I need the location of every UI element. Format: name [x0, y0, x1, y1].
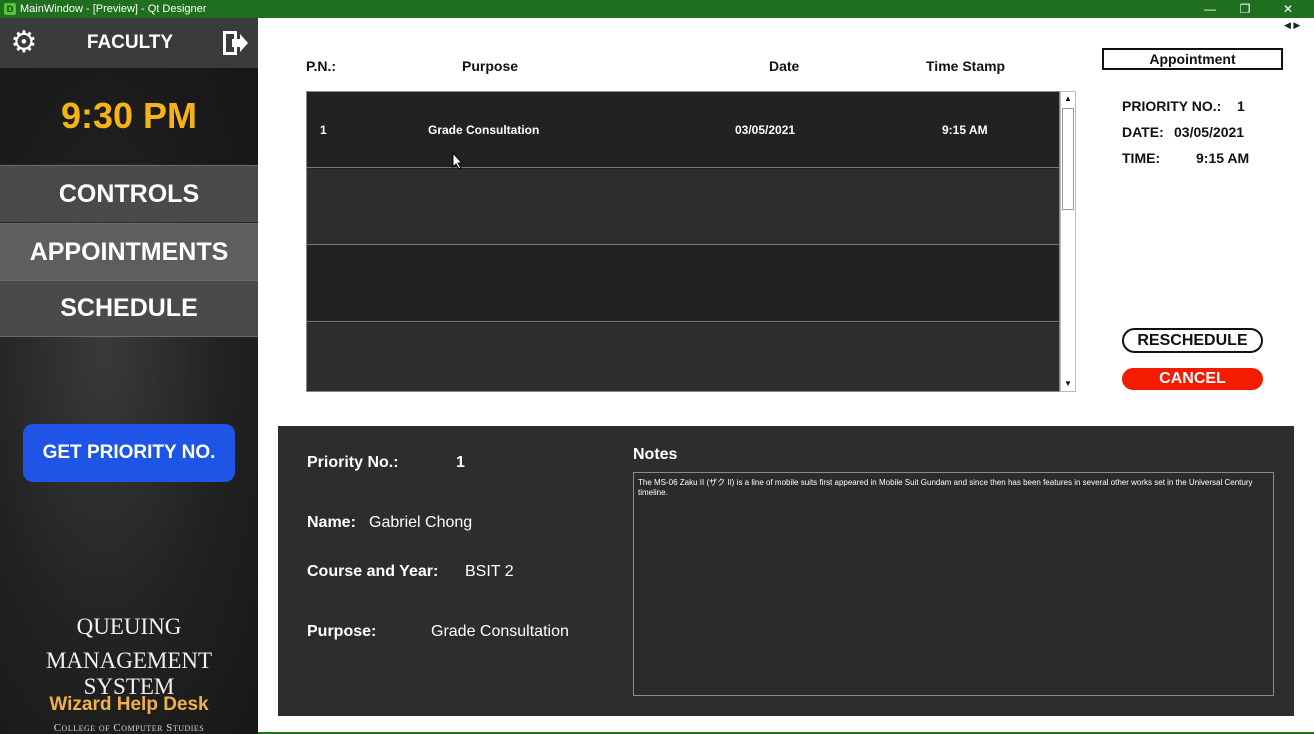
table-row[interactable] — [307, 323, 1059, 391]
cell-date: 03/05/2021 — [735, 123, 796, 137]
window-titlebar: D MainWindow - [Preview] - Qt Designer —… — [0, 0, 1314, 18]
clock-display: 9:30 PM — [0, 68, 258, 164]
sidebar: ⚙ FACULTY 9:30 PM CONTROLS APPOINTMENTS … — [0, 18, 258, 734]
brand-college: College of Computer Studies — [0, 722, 258, 734]
appointments-table: 1 Grade Consultation 03/05/2021 9:15 AM — [306, 91, 1060, 392]
name-label: Name: — [307, 514, 356, 531]
scroll-up-icon[interactable]: ▲ — [1061, 92, 1075, 106]
cell-pn: 1 — [320, 123, 327, 137]
appointment-priority-value: 1 — [1237, 98, 1245, 114]
cancel-button[interactable]: CANCEL — [1122, 368, 1263, 390]
sidebar-header: ⚙ FACULTY — [0, 18, 258, 68]
course-label: Course and Year: — [307, 563, 439, 580]
minimize-button[interactable]: — — [1190, 0, 1230, 18]
purpose-value: Grade Consultation — [431, 623, 569, 640]
notes-label: Notes — [633, 446, 678, 463]
appointment-details-panel: Priority No.: 1 Name: Gabriel Chong Cour… — [278, 426, 1294, 716]
brand-line-1: QUEUING — [76, 614, 182, 639]
reschedule-button[interactable]: RESCHEDULE — [1122, 328, 1263, 353]
get-priority-button[interactable]: GET PRIORITY NO. — [23, 424, 235, 482]
table-row[interactable] — [307, 246, 1059, 322]
appointment-time-value: 9:15 AM — [1196, 150, 1250, 166]
logout-icon[interactable] — [220, 28, 250, 58]
nav-appointments-button[interactable]: APPOINTMENTS — [0, 223, 258, 280]
name-value: Gabriel Chong — [369, 514, 473, 531]
table-row[interactable]: 1 Grade Consultation 03/05/2021 9:15 AM — [307, 92, 1059, 168]
appointment-priority-label: PRIORITY NO.: — [1122, 98, 1222, 114]
priority-label: Priority No.: — [307, 454, 399, 471]
scroll-down-icon[interactable]: ▼ — [1061, 377, 1075, 391]
header-timestamp: Time Stamp — [926, 58, 1006, 74]
brand-line-2: MANAGEMENT SYSTEM — [45, 648, 213, 699]
header-pn: P.N.: — [306, 58, 337, 74]
role-label: FACULTY — [86, 32, 174, 53]
qt-designer-app-icon: D — [4, 3, 16, 15]
tab-scroll-arrows[interactable]: ◀ ▶ — [1284, 20, 1300, 31]
table-row[interactable] — [307, 169, 1059, 245]
brand-college-text: College of Computer Studies — [53, 722, 205, 734]
restore-button[interactable]: ❐ — [1225, 0, 1265, 18]
purpose-label: Purpose: — [307, 623, 377, 640]
appointment-time-label: TIME: — [1122, 150, 1161, 166]
close-button[interactable]: ✕ — [1268, 0, 1308, 18]
header-date: Date — [769, 58, 800, 74]
nav-controls-button[interactable]: CONTROLS — [0, 165, 258, 222]
gear-icon[interactable]: ⚙ — [8, 27, 40, 59]
cell-purpose: Grade Consultation — [428, 123, 540, 137]
scrollbar-thumb[interactable] — [1062, 108, 1074, 210]
appointment-date-label: DATE: — [1122, 124, 1164, 140]
priority-value: 1 — [456, 454, 465, 471]
window-title: MainWindow - [Preview] - Qt Designer — [20, 3, 207, 15]
brand-name: Wizard Help Desk — [49, 694, 209, 715]
appointment-date-value: 03/05/2021 — [1174, 124, 1245, 140]
mouse-cursor-icon — [452, 152, 464, 170]
table-scrollbar[interactable]: ▲ ▼ — [1060, 91, 1076, 392]
header-purpose: Purpose — [462, 58, 519, 74]
cell-time: 9:15 AM — [942, 123, 988, 137]
course-value: BSIT 2 — [465, 563, 514, 580]
notes-textarea[interactable]: The MS-06 Zaku II (ザク II) is a line of m… — [633, 472, 1274, 696]
appointment-header: Appointment — [1102, 48, 1283, 70]
nav-schedule-button[interactable]: SCHEDULE — [0, 280, 258, 337]
